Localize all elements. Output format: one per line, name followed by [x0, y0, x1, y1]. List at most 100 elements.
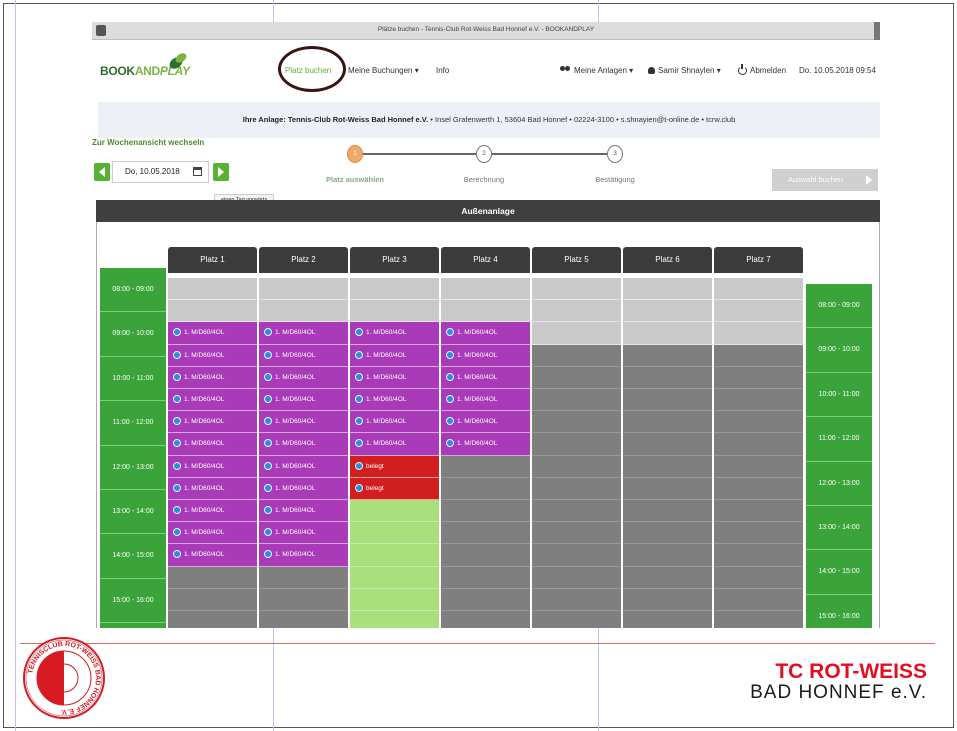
free-slot[interactable]	[350, 300, 439, 323]
player-dot-icon	[173, 328, 181, 337]
time-label-left: 14:00 - 15:00	[100, 534, 166, 579]
book-selection-button[interactable]: Auswahl buchen	[772, 169, 878, 191]
player-dot-icon	[173, 483, 181, 492]
calendar-icon[interactable]	[193, 167, 202, 176]
slot-label: 1. M/D60/4OL	[366, 396, 407, 403]
free-slot[interactable]	[714, 322, 803, 345]
free-slot[interactable]	[623, 322, 712, 345]
unavailable-slot	[441, 500, 530, 523]
unavailable-slot	[441, 455, 530, 478]
free-slot[interactable]	[532, 322, 621, 345]
unavailable-slot	[714, 566, 803, 589]
free-slot[interactable]	[259, 278, 348, 301]
slot-label: 1. M/D60/4OL	[457, 418, 498, 426]
unavailable-slot	[714, 411, 803, 434]
free-slot[interactable]	[350, 522, 439, 545]
nav-info[interactable]: Info	[436, 66, 449, 75]
free-slot[interactable]	[168, 300, 257, 323]
booking-slot: 1. M/D60/4OL	[350, 411, 439, 434]
booking-slot: 1. M/D60/4OL	[259, 433, 348, 456]
time-label-right: 08:00 - 09:00	[806, 284, 872, 329]
unavailable-slot	[714, 500, 803, 523]
facility-details: • Insel Grafenwerth 1, 53604 Bad Honnef …	[428, 115, 736, 124]
unavailable-slot	[532, 611, 621, 628]
free-slot[interactable]	[623, 300, 712, 323]
booking-slot: 1. M/D60/4OL	[168, 344, 257, 367]
free-slot[interactable]	[714, 300, 803, 323]
player-dot-icon	[264, 417, 272, 426]
free-slot[interactable]	[350, 611, 439, 628]
player-dot-icon	[355, 372, 363, 381]
unavailable-slot	[623, 344, 712, 367]
step-1-circle: 1	[347, 145, 363, 163]
free-slot[interactable]	[168, 278, 257, 301]
free-slot[interactable]	[532, 278, 621, 301]
slot-label: 1. M/D60/4OL	[184, 507, 225, 514]
previous-day-button[interactable]	[94, 163, 110, 181]
slot-label: 1. M/D60/4OL	[366, 440, 407, 448]
booking-slot: 1. M/D60/4OL	[168, 455, 257, 478]
player-dot-icon	[446, 372, 454, 381]
unavailable-slot	[168, 588, 257, 611]
date-input[interactable]: Do, 10.05.2018	[112, 161, 209, 183]
court-header: Platz 7	[714, 247, 803, 273]
time-label-left: 13:00 - 14:00	[100, 490, 166, 535]
unavailable-slot	[714, 544, 803, 567]
unavailable-slot	[532, 344, 621, 367]
time-label-right: 09:00 - 10:00	[806, 328, 872, 373]
player-dot-icon	[173, 528, 181, 537]
facility-info-bar: Ihre Anlage: Tennis-Club Rot-Weiss Bad H…	[98, 102, 880, 138]
free-slot[interactable]	[441, 278, 530, 301]
scrollbar-edge[interactable]	[874, 22, 880, 40]
free-slot[interactable]	[350, 500, 439, 523]
nav-user-menu[interactable]: Samir Shnaylen ▾	[648, 66, 721, 75]
slot-label: 1. M/D60/4OL	[275, 396, 316, 403]
player-dot-icon	[264, 328, 272, 337]
free-slot[interactable]	[259, 300, 348, 323]
booking-slot: 1. M/D60/4OL	[259, 500, 348, 523]
player-dot-icon	[446, 395, 454, 403]
nav-meine-buchungen[interactable]: Meine Buchungen ▾	[348, 66, 419, 75]
slot-label: 1. M/D60/4OL	[366, 373, 407, 381]
slot-label: 1. M/D60/4OL	[275, 507, 316, 514]
player-dot-icon	[173, 506, 181, 514]
booking-slot: 1. M/D60/4OL	[350, 322, 439, 345]
slot-label: belegt	[366, 484, 384, 492]
week-view-link[interactable]: Zur Wochenansicht wechseln	[92, 138, 204, 147]
booking-slot: 1. M/D60/4OL	[350, 389, 439, 412]
leaf-icon	[169, 53, 187, 69]
unavailable-slot	[623, 566, 712, 589]
player-dot-icon	[264, 350, 272, 359]
booking-slot: 1. M/D60/4OL	[168, 522, 257, 545]
booking-slot: 1. M/D60/4OL	[168, 366, 257, 389]
nav-meine-anlagen[interactable]: Meine Anlagen ▾	[560, 66, 633, 75]
unavailable-slot	[714, 477, 803, 500]
court-header: Platz 3	[350, 247, 439, 273]
booking-slot: 1. M/D60/4OL	[350, 433, 439, 456]
slot-label: 1. M/D60/4OL	[366, 418, 407, 426]
unavailable-slot	[441, 544, 530, 567]
free-slot[interactable]	[350, 278, 439, 301]
unavailable-slot	[623, 389, 712, 412]
nav-platz-buchen[interactable]: Platz buchen	[285, 66, 331, 75]
free-slot[interactable]	[350, 566, 439, 589]
unavailable-slot	[623, 522, 712, 545]
player-dot-icon	[264, 528, 272, 537]
free-slot[interactable]	[623, 278, 712, 301]
player-dot-icon	[355, 350, 363, 359]
users-icon	[560, 66, 571, 73]
unavailable-slot	[714, 389, 803, 412]
player-dot-icon	[264, 372, 272, 381]
free-slot[interactable]	[714, 278, 803, 301]
free-slot[interactable]	[350, 588, 439, 611]
free-slot[interactable]	[441, 300, 530, 323]
player-dot-icon	[264, 395, 272, 403]
unavailable-slot	[168, 611, 257, 628]
player-dot-icon	[173, 372, 181, 381]
arrow-left-icon	[99, 167, 105, 177]
free-slot[interactable]	[350, 544, 439, 567]
top-navigation: BOOKANDPLAY Platz buchen Meine Buchungen…	[92, 40, 880, 102]
logout-link[interactable]: Abmelden	[738, 64, 786, 75]
free-slot[interactable]	[532, 300, 621, 323]
next-day-button[interactable]	[213, 163, 229, 181]
